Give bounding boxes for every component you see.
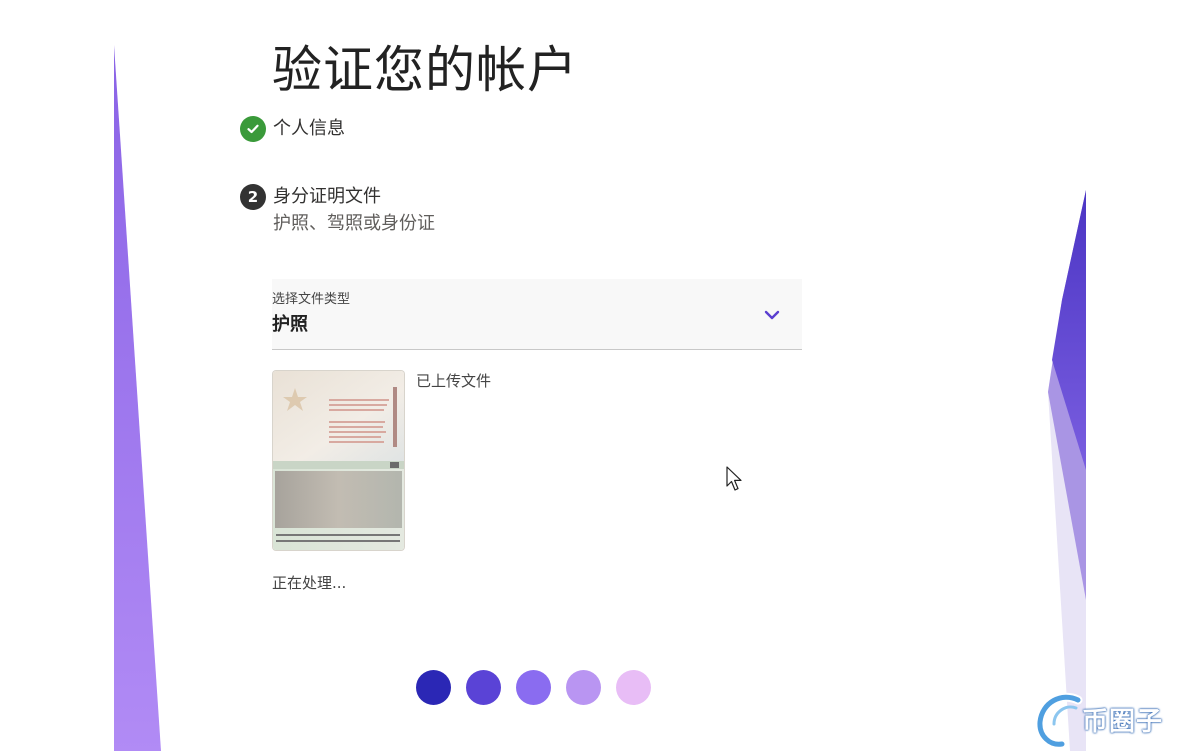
progress-dot <box>416 670 451 705</box>
step-identity-document: 2 身分证明文件 <box>240 184 381 210</box>
step-personal-info: 个人信息 <box>240 116 345 142</box>
chevron-down-icon[interactable] <box>764 306 780 325</box>
step-sublabel: 护照、驾照或身份证 <box>273 213 435 234</box>
decorative-background <box>114 45 1086 751</box>
page-title: 验证您的帐户 <box>272 41 578 99</box>
watermark-logo-icon <box>1035 692 1083 748</box>
watermark-text: 币圈子 <box>1082 706 1164 737</box>
progress-dot <box>516 670 551 705</box>
step-label: 身分证明文件 <box>273 186 381 207</box>
processing-status: 正在处理... <box>272 574 347 592</box>
select-label: 选择文件类型 <box>272 292 351 307</box>
document-type-select[interactable]: 选择文件类型 护照 <box>272 279 802 350</box>
upload-status: 已上传文件 <box>416 372 492 390</box>
progress-dot <box>566 670 601 705</box>
progress-dot <box>466 670 501 705</box>
check-icon <box>240 116 266 142</box>
progress-dots <box>416 670 651 705</box>
mouse-cursor-icon <box>726 466 742 491</box>
step-number-badge: 2 <box>240 184 266 210</box>
select-value: 护照 <box>272 314 308 335</box>
step-label: 个人信息 <box>273 118 345 139</box>
watermark: 币圈子 <box>1032 690 1163 748</box>
progress-dot <box>616 670 651 705</box>
passport-thumbnail[interactable] <box>273 371 404 550</box>
